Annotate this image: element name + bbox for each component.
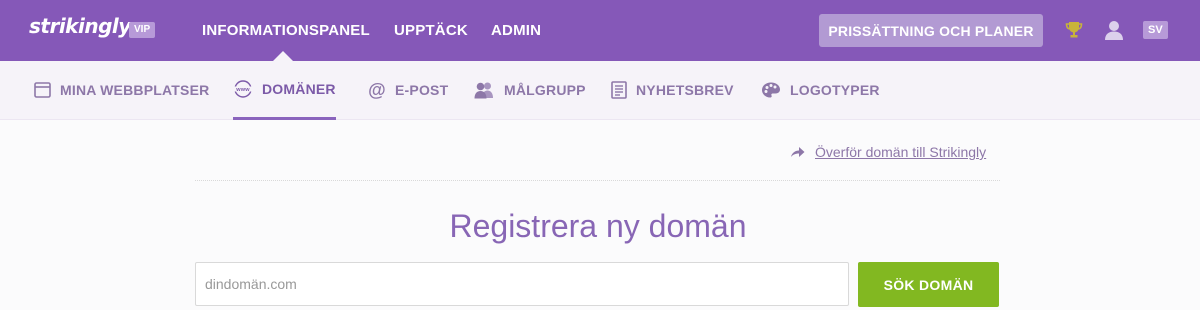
transfer-domain-link[interactable]: Överför domän till Strikingly	[790, 144, 986, 160]
page-title: Registrera ny domän	[449, 208, 747, 244]
share-arrow-icon	[791, 147, 805, 157]
nav-discover[interactable]: UPPTÄCK	[394, 0, 468, 61]
divider	[195, 180, 1000, 181]
www-globe-icon: www	[233, 80, 253, 98]
search-domain-button[interactable]: SÖK DOMÄN	[858, 262, 999, 307]
subnav-my-websites[interactable]: MINA WEBBPLATSER	[34, 61, 209, 119]
domain-search-input[interactable]	[195, 262, 849, 306]
at-sign-icon: @	[368, 81, 386, 99]
people-icon	[474, 82, 493, 99]
pricing-plans-button[interactable]: PRISSÄTTNING OCH PLANER	[819, 14, 1043, 47]
newsletter-icon	[611, 81, 627, 99]
subnav-label: DOMÄNER	[262, 81, 336, 97]
transfer-domain-label: Överför domän till Strikingly	[815, 144, 987, 160]
vip-badge: VIP	[129, 22, 156, 38]
subnav-label: E-POST	[395, 82, 449, 98]
language-selector[interactable]: SV	[1143, 21, 1168, 39]
trophy-icon[interactable]	[1064, 20, 1084, 40]
top-navigation-bar: strikingly VIP INFORMATIONSPANEL UPPTÄCK…	[0, 0, 1200, 61]
active-nav-caret	[273, 51, 293, 61]
main-content: Överför domän till Strikingly Registrera…	[0, 120, 1200, 310]
subnav-domains[interactable]: www DOMÄNER	[233, 61, 336, 120]
palette-icon	[762, 82, 780, 98]
nav-admin[interactable]: ADMIN	[491, 0, 541, 61]
svg-text:@: @	[368, 81, 386, 99]
sub-navigation-bar: MINA WEBBPLATSER www DOMÄNER @ E-POST MÅ…	[0, 61, 1200, 120]
subnav-email[interactable]: @ E-POST	[368, 61, 448, 119]
subnav-audience[interactable]: MÅLGRUPP	[473, 61, 586, 119]
strikingly-logo[interactable]: strikingly	[29, 14, 131, 38]
subnav-label: MINA WEBBPLATSER	[60, 82, 210, 98]
user-icon[interactable]	[1103, 19, 1125, 41]
subnav-label: NYHETSBREV	[636, 82, 734, 98]
browser-window-icon	[34, 82, 51, 98]
subnav-label: MÅLGRUPP	[504, 82, 586, 98]
subnav-label: LOGOTYPER	[790, 82, 880, 98]
subnav-newsletter[interactable]: NYHETSBREV	[611, 61, 734, 119]
subnav-logos[interactable]: LOGOTYPER	[761, 61, 880, 119]
svg-text:www: www	[235, 87, 250, 93]
